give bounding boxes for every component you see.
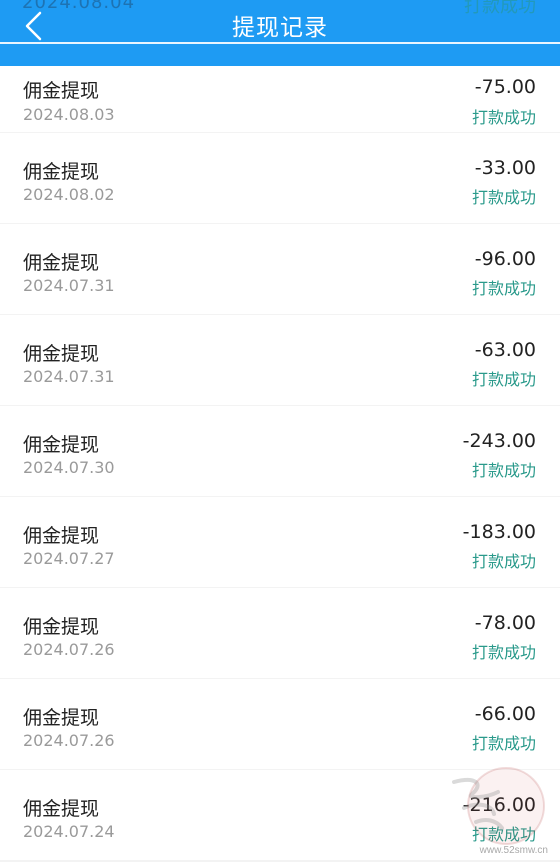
- record-status: 打款成功: [471, 734, 536, 753]
- record-date: 2024.08.03: [23, 105, 115, 124]
- record-amount: -33.00: [474, 157, 536, 179]
- record-amount: -63.00: [474, 339, 536, 361]
- page: 2024.08.04 打款成功 提现记录 佣金提现 2024.08.03 -75…: [0, 0, 560, 862]
- record-title: 佣金提现: [23, 707, 100, 729]
- record-status: 打款成功: [471, 279, 536, 298]
- list-item[interactable]: 佣金提现 2024.07.31 -96.00 打款成功: [0, 224, 560, 314]
- record-date: 2024.07.24: [23, 822, 115, 841]
- list-item[interactable]: 佣金提现 2024.07.26 -78.00 打款成功: [0, 588, 560, 678]
- list-item[interactable]: 佣金提现 2024.08.03 -75.00 打款成功: [0, 66, 560, 132]
- list-item[interactable]: 佣金提现 2024.08.02 -33.00 打款成功: [0, 133, 560, 223]
- list-item[interactable]: 佣金提现 2024.07.27 -183.00 打款成功: [0, 497, 560, 587]
- record-date: 2024.08.02: [23, 185, 115, 204]
- record-status: 打款成功: [471, 370, 536, 389]
- record-date: 2024.07.26: [23, 731, 115, 750]
- record-status: 打款成功: [471, 552, 536, 571]
- header-divider: [0, 42, 560, 44]
- record-date: 2024.07.31: [23, 367, 115, 386]
- record-date: 2024.07.31: [23, 276, 115, 295]
- record-title: 佣金提现: [23, 434, 100, 456]
- record-amount: -216.00: [462, 794, 536, 816]
- page-title: 提现记录: [232, 15, 328, 41]
- watermark-url: www.52smw.cn: [479, 845, 548, 856]
- record-title: 佣金提现: [23, 616, 100, 638]
- record-date: 2024.07.30: [23, 458, 115, 477]
- record-status: 打款成功: [471, 825, 536, 844]
- list-item[interactable]: 佣金提现 2024.07.31 -63.00 打款成功: [0, 315, 560, 405]
- list-item[interactable]: 佣金提现 2024.07.26 -66.00 打款成功: [0, 679, 560, 769]
- record-title: 佣金提现: [23, 798, 100, 820]
- record-status: 打款成功: [471, 108, 536, 127]
- record-status: 打款成功: [471, 643, 536, 662]
- record-title: 佣金提现: [23, 343, 100, 365]
- list-item[interactable]: 佣金提现 2024.07.30 -243.00 打款成功: [0, 406, 560, 496]
- record-title: 佣金提现: [23, 161, 100, 183]
- list-item[interactable]: 佣金提现 2024.07.24 -216.00 打款成功: [0, 770, 560, 860]
- record-amount: -78.00: [474, 612, 536, 634]
- record-amount: -96.00: [474, 248, 536, 270]
- record-amount: -66.00: [474, 703, 536, 725]
- top-bar: 2024.08.04 打款成功 提现记录: [0, 0, 560, 66]
- record-status: 打款成功: [471, 461, 536, 480]
- record-status: 打款成功: [471, 188, 536, 207]
- withdrawal-record-list: 佣金提现 2024.08.03 -75.00 打款成功 佣金提现 2024.08…: [0, 66, 560, 861]
- record-date: 2024.07.27: [23, 549, 115, 568]
- record-title: 佣金提现: [23, 80, 100, 102]
- record-title: 佣金提现: [23, 525, 100, 547]
- record-amount: -75.00: [474, 76, 536, 98]
- record-amount: -183.00: [462, 521, 536, 543]
- record-amount: -243.00: [462, 430, 536, 452]
- record-title: 佣金提现: [23, 252, 100, 274]
- record-date: 2024.07.26: [23, 640, 115, 659]
